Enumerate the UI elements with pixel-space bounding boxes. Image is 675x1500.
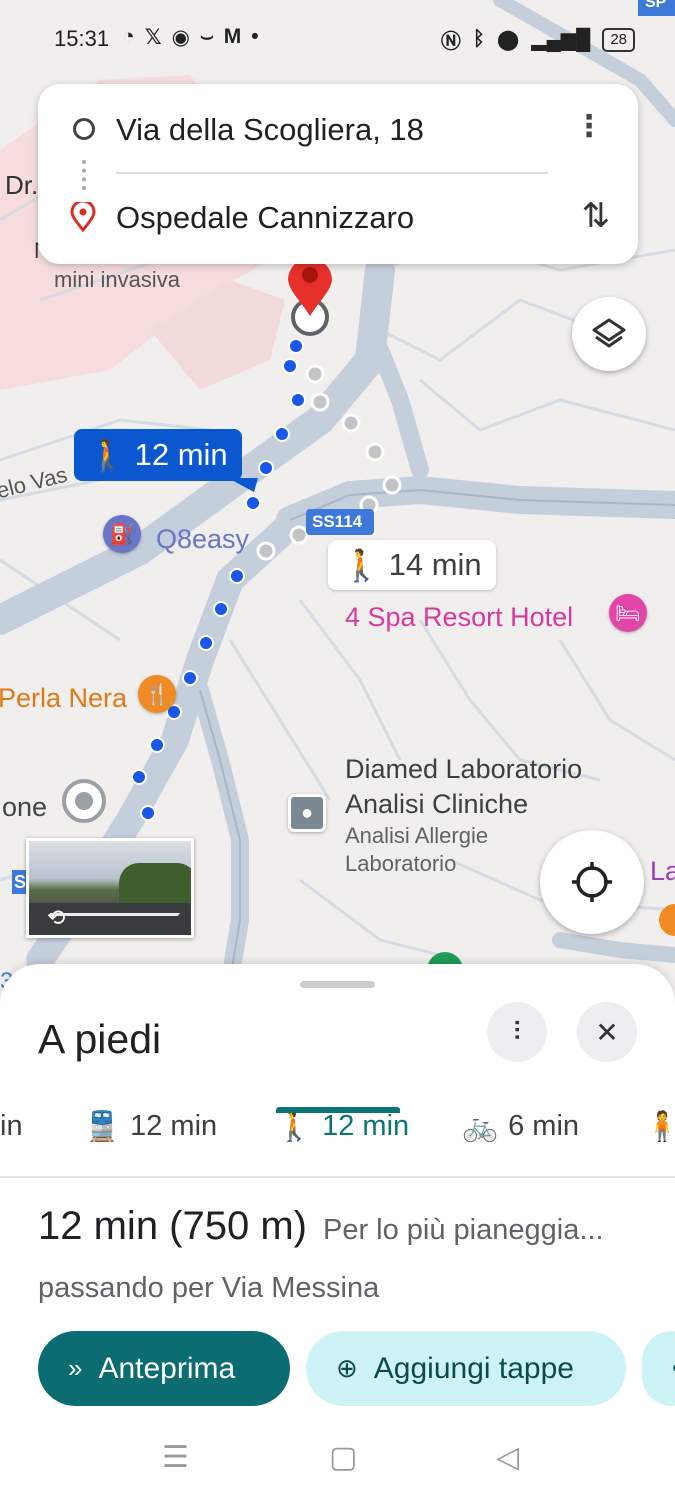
double-chevron-icon: » xyxy=(68,1353,83,1383)
map-label-diamed-1[interactable]: Diamed Laboratorio xyxy=(345,754,582,785)
bike-icon: 🚲 xyxy=(462,1111,499,1143)
map-label-s: S xyxy=(14,872,27,892)
preview-button[interactable]: » Anteprima xyxy=(38,1331,290,1406)
dot-icon: • xyxy=(251,25,259,48)
origin-circle-icon xyxy=(73,118,95,140)
whatsapp-icon: ◔ xyxy=(122,25,135,48)
active-tab-indicator xyxy=(276,1107,400,1113)
walk-icon: 🚶 xyxy=(88,437,127,473)
tab-transit[interactable]: 🚆 12 min xyxy=(84,1104,217,1178)
more-actions-button[interactable]: • xyxy=(642,1331,675,1406)
tab-bike[interactable]: 🚲 6 min xyxy=(462,1104,579,1178)
map-label-mini-invasiva: mini invasiva xyxy=(54,267,180,292)
route-options-button[interactable]: ⫶ xyxy=(487,1002,547,1062)
map-label-one: one xyxy=(2,792,48,822)
walk-icon: 🚶 xyxy=(276,1111,313,1143)
add-location-icon: ⊕ xyxy=(336,1353,358,1383)
signal-4g-icon: ▂▄▆█ xyxy=(531,29,591,51)
layers-icon xyxy=(592,318,626,348)
tune-icon: ⫶ xyxy=(513,1016,521,1046)
mode-label-transit: 12 min xyxy=(130,1110,218,1142)
origin-input[interactable]: Via della Scogliera, 18 xyxy=(116,112,424,148)
map-label-q8easy[interactable]: Q8easy xyxy=(156,524,249,555)
map-label-spa-resort[interactable]: 4 Spa Resort Hotel xyxy=(345,602,573,633)
bluetooth-icon: ᛒ xyxy=(472,28,485,50)
home-icon[interactable]: ▢ xyxy=(329,1440,357,1475)
system-nav-bar: ☰ ▢ ◁ xyxy=(0,1420,675,1500)
battery-icon: 28 xyxy=(602,27,635,52)
status-bar: 15:31 ◔ 𝕏 ◉ ⌣ M • Ⓝ ᛒ ⬤ ▂▄▆█ 28 xyxy=(0,0,675,78)
route-via: passando per Via Messina xyxy=(38,1272,380,1304)
hotel-icon[interactable]: 🛏 xyxy=(609,594,647,632)
route-duration-distance: 12 min (750 m) xyxy=(38,1204,307,1248)
location-icon: ⬤ xyxy=(496,29,520,51)
transit-icon: 🚆 xyxy=(84,1111,121,1143)
route-divider xyxy=(116,172,548,174)
route-summary: 12 min (750 m) Per lo più pianeggia... xyxy=(38,1204,604,1249)
walk-icon: 🚶 xyxy=(342,547,381,583)
gas-station-icon[interactable]: ⛽ xyxy=(103,515,141,553)
amazon-icon: ⌣ xyxy=(199,25,214,48)
map-label-diamed-3: Analisi Allergie xyxy=(345,823,489,848)
circle-app-icon: ◉ xyxy=(171,26,190,49)
add-stops-label: Aggiungi tappe xyxy=(373,1351,574,1385)
map-label-ss114: SS114 xyxy=(312,512,363,531)
tab-walk[interactable]: 🚶 12 min xyxy=(276,1104,409,1178)
recent-apps-icon[interactable]: ☰ xyxy=(162,1440,189,1475)
mode-label-car: in xyxy=(0,1110,23,1142)
x-icon: 𝕏 xyxy=(144,26,162,49)
notification-icons: ◔ 𝕏 ◉ ⌣ M • xyxy=(122,25,259,50)
mode-label-walk: 12 min xyxy=(322,1110,410,1142)
laboratory-icon[interactable]: ● xyxy=(288,794,326,832)
mode-label-bike: 6 min xyxy=(508,1110,580,1142)
back-icon[interactable]: ◁ xyxy=(496,1440,519,1475)
system-icons: Ⓝ ᛒ ⬤ ▂▄▆█ 28 xyxy=(441,25,635,54)
tab-ride[interactable]: 🧍 xyxy=(644,1104,675,1178)
street-view-thumbnail[interactable]: ⟲ xyxy=(26,838,194,938)
primary-chip-pointer xyxy=(228,478,258,492)
route-connector-dots xyxy=(82,160,86,190)
status-time: 15:31 xyxy=(54,26,110,51)
map-label-perla-nera[interactable]: Perla Nera xyxy=(0,683,127,714)
restaurant-icon[interactable]: 🍴 xyxy=(138,675,176,713)
nfc-icon: Ⓝ xyxy=(440,31,461,53)
map-label-diamed-2[interactable]: Analisi Cliniche xyxy=(345,789,528,820)
route-card: Via della Scogliera, 18 Ospedale Cannizz… xyxy=(38,84,638,264)
sheet-title: A piedi xyxy=(38,1016,162,1062)
add-stops-button[interactable]: ⊕ Aggiungi tappe xyxy=(306,1331,626,1406)
map-label-dr: Dr. xyxy=(5,170,39,200)
close-icon: ✕ xyxy=(595,1016,619,1048)
destination-pin-icon xyxy=(70,199,96,237)
route-terrain-note: Per lo più pianeggia... xyxy=(322,1214,604,1246)
swap-icon[interactable]: ⇅ xyxy=(582,196,611,236)
travel-mode-tabs: in 🚆 12 min 🚶 12 min 🚲 6 min 🧍 xyxy=(0,1104,675,1178)
map-label-la: La xyxy=(650,856,675,886)
crosshair-icon xyxy=(572,862,612,902)
ride-icon: 🧍 xyxy=(644,1111,675,1143)
destination-input[interactable]: Ospedale Cannizzaro xyxy=(116,200,414,236)
gmail-icon: M xyxy=(223,25,242,48)
layers-button[interactable] xyxy=(572,297,646,371)
primary-route-time: 12 min xyxy=(134,437,228,472)
primary-route-time-chip[interactable]: 🚶 12 min xyxy=(74,429,242,481)
tabs-divider xyxy=(0,1176,675,1178)
tab-car[interactable]: in xyxy=(0,1104,23,1178)
preview-label: Anteprima xyxy=(98,1351,236,1385)
rotate-360-icon: ⟲ xyxy=(47,905,66,930)
alternate-route-time-chip[interactable]: 🚶 14 min xyxy=(328,540,496,590)
close-button[interactable]: ✕ xyxy=(577,1002,637,1062)
sheet-drag-handle[interactable] xyxy=(300,981,375,988)
more-options-icon[interactable]: ⋮ xyxy=(574,112,604,142)
alternate-route-time: 14 min xyxy=(388,547,482,582)
map-label-diamed-4: Laboratorio xyxy=(345,851,457,876)
my-location-button[interactable] xyxy=(540,830,644,934)
